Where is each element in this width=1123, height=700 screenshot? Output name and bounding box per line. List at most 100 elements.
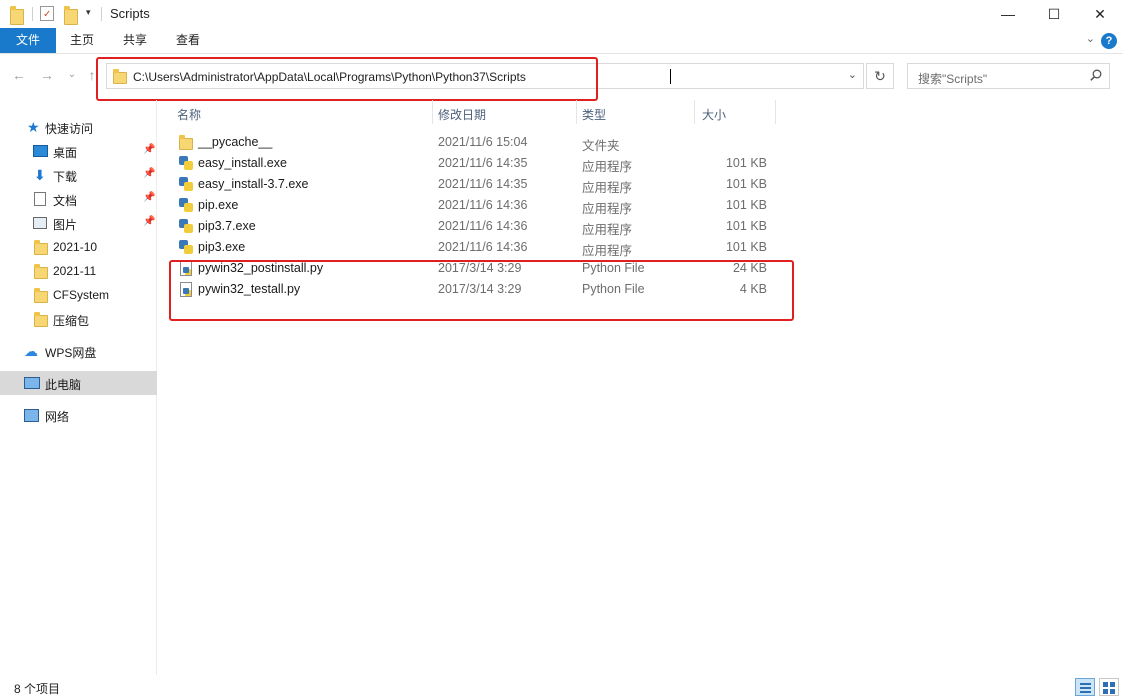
column-header-type[interactable]: 类型 <box>577 100 695 124</box>
nav-item-folder[interactable]: 2021-10 <box>0 235 157 259</box>
folder-icon <box>34 288 48 303</box>
file-date: 2021/11/6 14:35 <box>438 156 528 170</box>
file-type: 文件夹 <box>582 139 620 153</box>
new-folder-icon[interactable] <box>64 6 78 25</box>
file-date: 2021/11/6 14:36 <box>438 219 528 233</box>
address-bar[interactable]: C:\Users\Administrator\AppData\Local\Pro… <box>106 63 864 89</box>
file-type: 应用程序 <box>582 160 633 174</box>
file-name: pywin32_postinstall.py <box>198 261 324 275</box>
nav-item-folder[interactable]: 2021-11 <box>0 259 157 283</box>
file-name: pip3.7.exe <box>198 219 256 233</box>
navigation-row: ← → ⌄ ↑ C:\Users\Administrator\AppData\L… <box>0 54 1123 100</box>
folder-icon <box>113 69 127 84</box>
search-box[interactable]: 搜索"Scripts" <box>907 63 1110 89</box>
nav-item-network[interactable]: 网络 <box>0 403 157 427</box>
nav-item-label: 网络 <box>45 410 70 424</box>
nav-item-this-pc[interactable]: 此电脑 <box>0 371 157 395</box>
file-row[interactable]: pip3.exe 2021/11/6 14:36 应用程序 101 KB <box>171 237 791 258</box>
title-bar: ✓ ▾ Scripts — ☐ ✕ <box>0 0 1123 28</box>
file-name: pywin32_testall.py <box>198 282 301 296</box>
nav-item-documents[interactable]: 文档 📌 <box>0 187 157 211</box>
maximize-button[interactable]: ☐ <box>1031 0 1077 28</box>
nav-item-quick-access[interactable]: ★ 快速访问 <box>0 115 157 139</box>
column-label: 名称 <box>177 108 202 122</box>
column-divider[interactable] <box>775 100 776 124</box>
column-header-name[interactable]: 名称 <box>171 100 433 124</box>
nav-item-label: 压缩包 <box>53 314 90 328</box>
nav-item-label: CFSystem <box>53 288 110 302</box>
tab-home[interactable]: 主页 <box>58 28 106 53</box>
help-icon[interactable]: ? <box>1101 33 1117 49</box>
file-row[interactable]: pip.exe 2021/11/6 14:36 应用程序 101 KB <box>171 195 791 216</box>
properties-icon[interactable]: ✓ <box>40 6 54 21</box>
nav-item-folder[interactable]: CFSystem <box>0 283 157 307</box>
large-icons-view-button[interactable] <box>1099 678 1119 696</box>
file-size: 4 KB <box>739 282 767 296</box>
tab-file[interactable]: 文件 <box>0 28 56 53</box>
document-icon <box>34 192 46 206</box>
close-button[interactable]: ✕ <box>1077 0 1123 28</box>
folder-icon <box>34 312 48 327</box>
text-caret <box>670 69 671 84</box>
address-path[interactable]: C:\Users\Administrator\AppData\Local\Pro… <box>133 70 526 84</box>
python-exe-icon <box>179 156 193 170</box>
pin-icon[interactable]: 📌 <box>143 216 155 227</box>
customize-quick-access-icon[interactable]: ▾ <box>86 7 91 23</box>
folder-icon <box>179 135 193 150</box>
pin-icon[interactable]: 📌 <box>143 144 155 155</box>
file-size: 101 KB <box>725 156 767 170</box>
file-row[interactable]: pywin32_postinstall.py 2017/3/14 3:29 Py… <box>171 258 791 279</box>
up-button[interactable]: ↑ <box>83 66 101 84</box>
file-size: 24 KB <box>732 261 767 275</box>
nav-item-folder[interactable]: 压缩包 <box>0 307 157 331</box>
column-header-date[interactable]: 修改日期 <box>433 100 577 124</box>
file-row[interactable]: easy_install.exe 2021/11/6 14:35 应用程序 10… <box>171 153 791 174</box>
star-icon: ★ <box>27 119 40 135</box>
network-icon <box>24 409 39 422</box>
file-date: 2021/11/6 15:04 <box>438 135 528 149</box>
details-view-button[interactable] <box>1075 678 1095 696</box>
file-name: easy_install-3.7.exe <box>198 177 309 191</box>
nav-item-pictures[interactable]: 图片 📌 <box>0 211 157 235</box>
minimize-button[interactable]: — <box>985 0 1031 28</box>
column-label: 修改日期 <box>438 108 487 122</box>
file-row[interactable]: __pycache__ 2021/11/6 15:04 文件夹 <box>171 132 791 153</box>
column-header-size[interactable]: 大小 <box>695 100 775 124</box>
nav-item-label: 快速访问 <box>45 122 94 136</box>
file-row[interactable]: easy_install-3.7.exe 2021/11/6 14:35 应用程… <box>171 174 791 195</box>
nav-item-desktop[interactable]: 桌面 📌 <box>0 139 157 163</box>
recent-locations-button[interactable]: ⌄ <box>63 66 81 84</box>
folder-icon <box>10 6 24 25</box>
file-row[interactable]: pip3.7.exe 2021/11/6 14:36 应用程序 101 KB <box>171 216 791 237</box>
search-icon[interactable] <box>1090 69 1102 81</box>
python-exe-icon <box>179 198 193 212</box>
file-name: __pycache__ <box>198 135 273 149</box>
pin-icon[interactable]: 📌 <box>143 168 155 179</box>
file-size: 101 KB <box>725 219 767 233</box>
file-name: pip3.exe <box>198 240 246 254</box>
cloud-icon: ☁ <box>24 343 38 359</box>
forward-button[interactable]: → <box>38 66 56 84</box>
nav-item-label: 桌面 <box>53 146 78 160</box>
file-row[interactable]: pywin32_testall.py 2017/3/14 3:29 Python… <box>171 279 791 300</box>
refresh-button[interactable]: ↻ <box>866 63 894 89</box>
file-date: 2017/3/14 3:29 <box>438 282 522 296</box>
nav-item-wps-cloud[interactable]: ☁ WPS网盘 <box>0 339 157 363</box>
nav-item-label: 2021-10 <box>53 240 98 254</box>
file-size: 101 KB <box>725 177 767 191</box>
file-type: 应用程序 <box>582 223 633 237</box>
file-type: 应用程序 <box>582 181 633 195</box>
nav-item-label: 此电脑 <box>45 378 82 392</box>
address-dropdown-icon[interactable]: ⌄ <box>848 68 857 81</box>
search-input[interactable]: 搜索"Scripts" <box>918 70 987 87</box>
file-date: 2021/11/6 14:35 <box>438 177 528 191</box>
python-file-icon <box>180 282 192 297</box>
pin-icon[interactable]: 📌 <box>143 192 155 203</box>
tab-view[interactable]: 查看 <box>164 28 212 53</box>
tab-share[interactable]: 共享 <box>111 28 159 53</box>
ribbon: 文件 主页 共享 查看 ⌄ ? <box>0 28 1123 54</box>
expand-ribbon-icon[interactable]: ⌄ <box>1086 32 1095 45</box>
nav-item-downloads[interactable]: ⬇ 下载 📌 <box>0 163 157 187</box>
back-button[interactable]: ← <box>10 66 28 84</box>
file-name: easy_install.exe <box>198 156 287 170</box>
